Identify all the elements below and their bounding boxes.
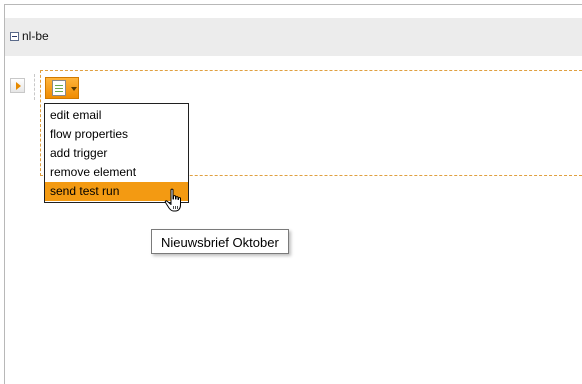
tree-root-label[interactable]: nl-be	[22, 29, 49, 43]
chevron-down-icon[interactable]	[71, 87, 77, 91]
connector-line	[34, 74, 35, 100]
email-node-button[interactable]	[45, 77, 79, 99]
tree-header-row	[5, 18, 582, 56]
collapse-icon[interactable]	[10, 32, 19, 41]
tooltip: Nieuwsbrief Oktober	[151, 229, 289, 254]
menu-item-edit-email[interactable]: edit email	[45, 106, 188, 125]
menu-item-add-trigger[interactable]: add trigger	[45, 144, 188, 163]
hand-cursor-icon	[164, 188, 181, 212]
menu-item-remove-element[interactable]: remove element	[45, 163, 188, 182]
play-icon[interactable]	[10, 78, 25, 93]
document-icon	[52, 80, 66, 96]
menu-item-flow-properties[interactable]: flow properties	[45, 125, 188, 144]
